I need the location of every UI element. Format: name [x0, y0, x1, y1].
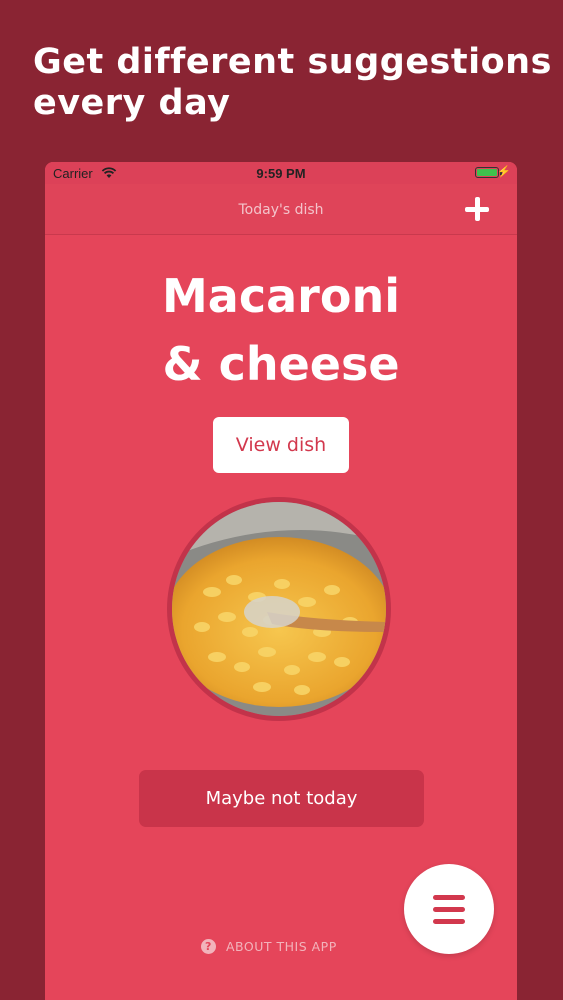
plus-icon[interactable] — [465, 197, 489, 221]
headline-line-1: Get different suggestions — [33, 42, 552, 82]
menu-button[interactable] — [404, 864, 494, 954]
nav-title: Today's dish — [238, 202, 324, 218]
view-dish-button[interactable]: View dish — [213, 417, 349, 473]
dish-title: Macaroni & cheese — [45, 262, 517, 398]
about-app-link[interactable]: ? ABOUT THIS APP — [201, 937, 337, 955]
status-bar: Carrier 9:59 PM ⚡ — [45, 162, 517, 184]
question-icon: ? — [201, 938, 216, 954]
charging-icon: ⚡ — [497, 166, 511, 178]
battery-icon — [475, 167, 502, 178]
navigation-bar: Today's dish — [45, 184, 517, 235]
dish-photo — [167, 497, 391, 721]
clock: 9:59 PM — [256, 166, 306, 181]
headline-line-2: every day — [33, 83, 231, 123]
dish-title-line-1: Macaroni — [162, 269, 400, 323]
maybe-not-today-button[interactable]: Maybe not today — [139, 770, 424, 827]
dish-title-line-2: & cheese — [162, 337, 400, 391]
about-label: ABOUT THIS APP — [226, 938, 337, 954]
macaroni-and-cheese-photo — [172, 502, 386, 716]
marketing-headline: Get different suggestions every day — [33, 42, 552, 124]
